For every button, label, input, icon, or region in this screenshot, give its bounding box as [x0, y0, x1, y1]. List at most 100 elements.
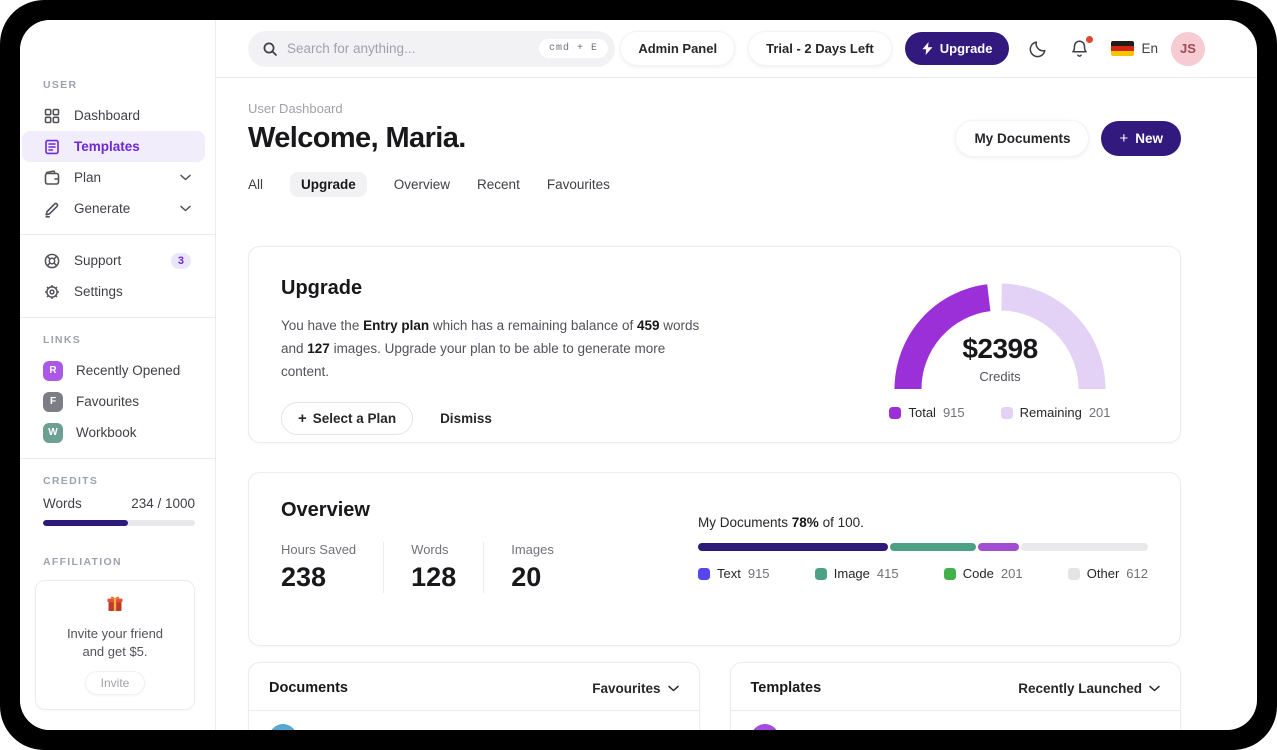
tab-all[interactable]: All [248, 172, 263, 197]
filter-label: Recently Launched [1018, 680, 1142, 696]
settings-gear-icon [43, 283, 61, 301]
legend-item-remaining: Remaining 201 [1000, 405, 1111, 420]
templates-card-title: Templates [750, 680, 822, 696]
legend-name: Remaining [1019, 405, 1082, 420]
search-bar[interactable]: cmd + E [248, 30, 615, 67]
bar-segment-code [977, 543, 1020, 551]
select-plan-button[interactable]: + Select a Plan [281, 401, 414, 435]
sidebar-item-label: Settings [74, 284, 123, 299]
dashboard-grid-icon [43, 107, 61, 125]
bar-segment-image [889, 543, 976, 551]
link-initial-badge: F [43, 391, 63, 412]
sidebar-section-affiliation: AFFILIATION [43, 556, 122, 568]
affiliation-text: Invite your friend and get $5. [46, 625, 184, 661]
sidebar-link-workbook[interactable]: W Workbook [22, 417, 205, 448]
legend-name: Code [962, 566, 994, 581]
stat-value: 20 [511, 562, 542, 592]
admin-panel-button[interactable]: Admin Panel [620, 31, 736, 66]
sidebar-divider [20, 234, 215, 235]
tab-overview[interactable]: Overview [394, 172, 450, 197]
gauge-center-label: Credits [979, 369, 1021, 384]
dark-mode-toggle[interactable] [1027, 37, 1050, 60]
legend-name: Other [1086, 566, 1120, 581]
notifications-button[interactable] [1068, 35, 1094, 61]
search-shortcut-badge: cmd + E [538, 39, 608, 58]
user-avatar[interactable]: JS [1171, 31, 1205, 66]
sidebar-item-label: Support [74, 253, 122, 268]
german-flag-icon[interactable] [1111, 41, 1135, 56]
legend-value: 915 [747, 566, 770, 581]
stat-label: Images [511, 542, 554, 557]
legend-item-image: Image 415 [814, 566, 899, 581]
new-button-label: New [1135, 131, 1163, 146]
legend-value: 915 [942, 405, 965, 420]
stat-label: Hours Saved [281, 542, 357, 557]
dismiss-button[interactable]: Dismiss [440, 411, 492, 426]
affiliation-line1: Invite your friend [66, 626, 164, 641]
tab-favourites[interactable]: Favourites [547, 172, 610, 197]
affiliation-box: Invite your friend and get $5. Invite [35, 580, 195, 711]
new-button[interactable]: + New [1101, 121, 1181, 156]
sidebar: USER Dashboard Templates Plan Generate S… [20, 20, 216, 730]
documents-card-header: Documents Favourites [249, 663, 699, 711]
sidebar-divider [20, 317, 215, 318]
legend-name: Text [717, 566, 741, 581]
overview-stats: Hours Saved 238 Words 128 Images 20 [281, 542, 608, 593]
document-avatar [269, 724, 297, 730]
invite-button[interactable]: Invite [84, 671, 146, 696]
app-window: USER Dashboard Templates Plan Generate S… [20, 20, 1257, 730]
gauge-legend: Total 915 Remaining 201 [889, 405, 1111, 420]
legend-item-other: Other 612 [1067, 566, 1148, 581]
legend-value: 415 [876, 566, 899, 581]
template-row[interactable]: Blog Post Title in Workbook [731, 711, 1181, 730]
filter-label: Favourites [592, 680, 661, 696]
select-plan-label: Select a Plan [312, 410, 397, 426]
plus-icon: + [1119, 130, 1129, 147]
document-row[interactable]: Untitled Document in Workbook [249, 711, 699, 730]
gauge-center-value: $2398 [962, 333, 1038, 364]
documents-card: Documents Favourites Untitled Document i… [248, 662, 700, 730]
bar-segment-text [698, 543, 888, 551]
sidebar-link-recently-opened[interactable]: R Recently Opened [22, 355, 205, 386]
link-initial-badge: W [43, 422, 63, 443]
sidebar-item-plan[interactable]: Plan [22, 162, 205, 193]
gauge-chart: $2398 Credits [890, 277, 1110, 395]
notification-dot [1086, 35, 1094, 43]
sidebar-divider [20, 458, 215, 459]
sidebar-item-label: Templates [74, 139, 140, 154]
stat-value: 238 [281, 562, 327, 592]
sidebar-link-label: Favourites [76, 394, 140, 409]
templates-card: Templates Recently Launched Blog Post Ti… [729, 662, 1181, 730]
support-count-badge: 3 [170, 252, 191, 269]
dashboard-content: User Dashboard Welcome, Maria. My Docume… [216, 78, 1257, 730]
sidebar-item-support[interactable]: Support 3 [22, 245, 205, 276]
legend-swatch [1000, 406, 1013, 419]
trial-status-button[interactable]: Trial - 2 Days Left [748, 31, 892, 66]
documents-filter-dropdown[interactable]: Favourites [592, 680, 679, 696]
upgrade-card-body: You have the Entry plan which has a rema… [281, 318, 700, 380]
sidebar-section-credits: CREDITS [43, 475, 99, 487]
tab-upgrade[interactable]: Upgrade [290, 172, 367, 197]
credits-value: 234 / 1000 [131, 496, 195, 511]
sidebar-item-settings[interactable]: Settings [22, 276, 205, 307]
templates-filter-dropdown[interactable]: Recently Launched [1018, 681, 1160, 696]
tab-recent[interactable]: Recent [477, 172, 520, 197]
sidebar-link-label: Recently Opened [76, 363, 181, 378]
sidebar-link-label: Workbook [76, 425, 137, 440]
language-label[interactable]: En [1141, 41, 1158, 56]
my-documents-button[interactable]: My Documents [955, 120, 1090, 157]
templates-icon [43, 138, 61, 156]
upgrade-button[interactable]: Upgrade [904, 32, 1010, 65]
legend-item-total: Total 915 [889, 405, 965, 420]
sidebar-link-favourites[interactable]: F Favourites [22, 386, 205, 417]
sidebar-item-dashboard[interactable]: Dashboard [22, 100, 205, 131]
credits-progress-track [43, 520, 195, 526]
search-input[interactable] [287, 41, 530, 56]
stat-hours-saved: Hours Saved 238 [281, 542, 385, 593]
legend-swatch [943, 567, 956, 580]
sidebar-item-templates[interactable]: Templates [22, 131, 205, 162]
sidebar-item-generate[interactable]: Generate [22, 193, 205, 224]
legend-item-text: Text 915 [698, 566, 770, 581]
sidebar-section-links: LINKS [43, 334, 81, 346]
bottom-cards: Documents Favourites Untitled Document i… [248, 662, 1181, 730]
